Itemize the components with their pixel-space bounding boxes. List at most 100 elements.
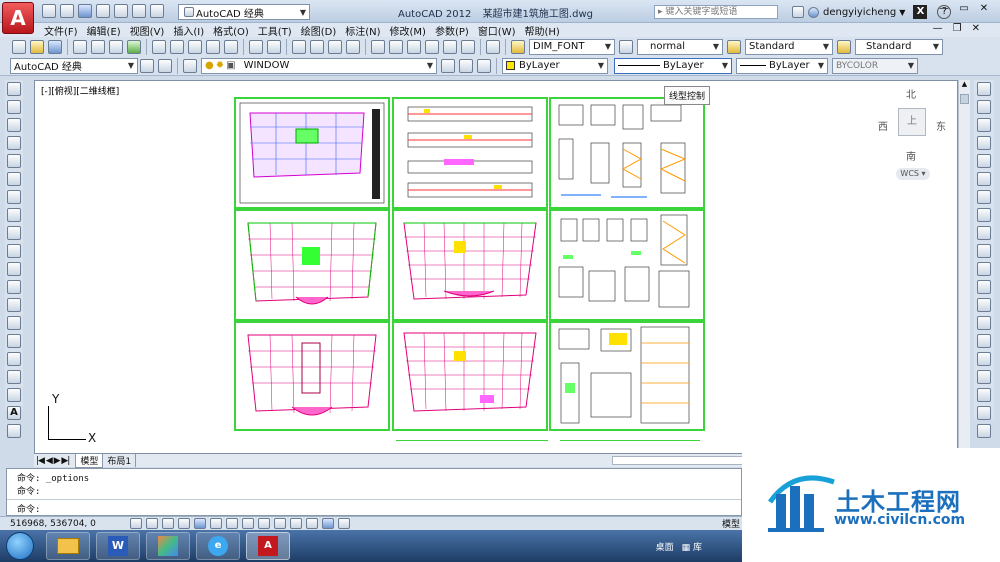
ortho-icon[interactable] xyxy=(178,518,190,529)
doc-minimize-icon[interactable]: — xyxy=(933,23,943,34)
array-icon[interactable] xyxy=(977,154,991,168)
zoom-previous-icon[interactable] xyxy=(346,39,360,54)
print-icon[interactable] xyxy=(73,39,87,54)
viewcube-face[interactable]: 上 xyxy=(898,108,926,136)
explode-icon[interactable] xyxy=(977,388,991,402)
open-icon[interactable] xyxy=(60,4,74,18)
line-icon[interactable] xyxy=(7,82,21,96)
text-style-select[interactable]: DIM_FONT ▼ xyxy=(529,38,615,55)
scrollbar-vertical[interactable]: ▲ xyxy=(958,80,970,454)
extend-icon[interactable] xyxy=(977,262,991,276)
close-icon[interactable]: ✕ xyxy=(974,3,994,14)
sheet-set-icon[interactable] xyxy=(425,39,439,54)
app-menu-button[interactable]: A xyxy=(2,2,34,34)
exchange-icon[interactable]: X xyxy=(913,5,928,19)
move-icon[interactable] xyxy=(977,172,991,186)
menu-view[interactable]: 视图(V) xyxy=(130,23,165,38)
model-space-button[interactable]: 模型 xyxy=(722,517,740,530)
make-block-icon[interactable] xyxy=(7,298,21,312)
hatch-icon[interactable] xyxy=(7,334,21,348)
lineweight-icon[interactable] xyxy=(290,518,302,529)
doc-restore-icon[interactable]: ❐ xyxy=(953,23,962,34)
command-prompt[interactable]: 命令: xyxy=(17,502,40,515)
add-selected-icon[interactable] xyxy=(7,424,21,438)
layer-properties-icon[interactable] xyxy=(183,58,197,73)
rotate-icon[interactable] xyxy=(977,190,991,204)
workspace-select[interactable]: AutoCAD 经典 ▼ xyxy=(178,4,310,20)
spline-icon[interactable] xyxy=(7,226,21,240)
start-button[interactable] xyxy=(6,532,34,560)
menu-edit[interactable]: 编辑(E) xyxy=(87,23,121,38)
region-icon[interactable] xyxy=(7,370,21,384)
osnap-icon[interactable] xyxy=(210,518,222,529)
circle-icon[interactable] xyxy=(7,190,21,204)
linetype-select[interactable]: ByLayer ▼ xyxy=(614,57,732,74)
layer-states-icon[interactable] xyxy=(477,58,491,73)
plotstyle-select[interactable]: BYCOLOR ▼ xyxy=(832,57,918,74)
explorer-taskbar-icon[interactable] xyxy=(46,532,90,560)
markup-icon[interactable] xyxy=(443,39,457,54)
ducs-icon[interactable] xyxy=(258,518,270,529)
polyline-icon[interactable] xyxy=(7,118,21,132)
menu-modify[interactable]: 修改(M) xyxy=(390,23,426,38)
menu-window[interactable]: 窗口(W) xyxy=(478,23,516,38)
dynamic-input-icon[interactable] xyxy=(274,518,286,529)
maximize-icon[interactable]: ▭ xyxy=(954,3,974,14)
paint-taskbar-icon[interactable] xyxy=(146,532,190,560)
copy-object-icon[interactable] xyxy=(977,100,991,114)
snap-icon[interactable] xyxy=(146,518,158,529)
3d-dwf-icon[interactable] xyxy=(127,39,141,54)
compass-south[interactable]: 南 xyxy=(906,148,916,163)
new-icon[interactable] xyxy=(12,39,26,54)
workspace-settings-icon[interactable] xyxy=(158,58,172,73)
polar-icon[interactable] xyxy=(194,518,206,529)
tab-layout1[interactable]: 布局1 xyxy=(103,454,137,467)
coordinates-display[interactable]: 516968, 536704, 0 xyxy=(10,519,128,529)
table-icon[interactable] xyxy=(7,388,21,402)
word-taskbar-icon[interactable]: W xyxy=(96,532,140,560)
quick-properties-icon[interactable] xyxy=(322,518,334,529)
point-icon[interactable] xyxy=(7,316,21,330)
binoculars-icon[interactable] xyxy=(792,6,804,18)
ie-taskbar-icon[interactable]: e xyxy=(196,532,240,560)
fillet-icon[interactable] xyxy=(977,352,991,366)
tool-palettes-icon[interactable] xyxy=(407,39,421,54)
erase-icon[interactable] xyxy=(977,82,991,96)
help-icon[interactable] xyxy=(486,39,500,54)
chamfer-icon[interactable] xyxy=(977,334,991,348)
revcloud-icon[interactable] xyxy=(7,208,21,222)
copy-icon[interactable] xyxy=(170,39,184,54)
user-name[interactable]: dengyiyicheng xyxy=(823,7,896,18)
break-at-point-icon[interactable] xyxy=(977,280,991,294)
scroll-up-icon[interactable]: ▲ xyxy=(959,80,970,92)
open-icon[interactable] xyxy=(30,39,44,54)
cut-icon[interactable] xyxy=(152,39,166,54)
tab-model[interactable]: 模型 xyxy=(75,453,104,468)
doc-close-icon[interactable]: ✕ xyxy=(972,23,980,34)
compass-west[interactable]: 西 xyxy=(878,118,888,133)
workspace-select-2[interactable]: AutoCAD 经典 ▼ xyxy=(10,57,138,74)
chevron-down-icon[interactable]: ▼ xyxy=(899,8,905,17)
calculator-icon[interactable] xyxy=(461,39,475,54)
compass-east[interactable]: 东 xyxy=(936,118,946,133)
transparency-icon[interactable] xyxy=(306,518,318,529)
break-icon[interactable] xyxy=(977,298,991,312)
viewport-label[interactable]: [-][俯视][二维线框] xyxy=(41,84,119,97)
insert-block-icon[interactable] xyxy=(7,280,21,294)
undo-icon[interactable] xyxy=(132,4,146,18)
save-icon[interactable] xyxy=(78,4,92,18)
block-editor-icon[interactable] xyxy=(224,39,238,54)
lineweight-select[interactable]: ByLayer ▼ xyxy=(736,57,828,74)
blend-curves-icon[interactable] xyxy=(977,370,991,384)
save-icon[interactable] xyxy=(48,39,62,54)
menu-parametric[interactable]: 参数(P) xyxy=(435,23,469,38)
layer-tools-icon[interactable] xyxy=(977,424,991,438)
arc-icon[interactable] xyxy=(7,172,21,186)
tab-navigation[interactable]: |◀ ◀ ▶ ▶| xyxy=(36,456,70,466)
command-window[interactable]: 命令: _options 命令: 命令: xyxy=(6,468,742,516)
offset-icon[interactable] xyxy=(977,136,991,150)
ellipse-icon[interactable] xyxy=(7,244,21,258)
menu-insert[interactable]: 插入(I) xyxy=(173,23,204,38)
table-style-select[interactable]: Standard ▼ xyxy=(745,38,833,55)
mtext-icon[interactable]: A xyxy=(7,406,21,420)
